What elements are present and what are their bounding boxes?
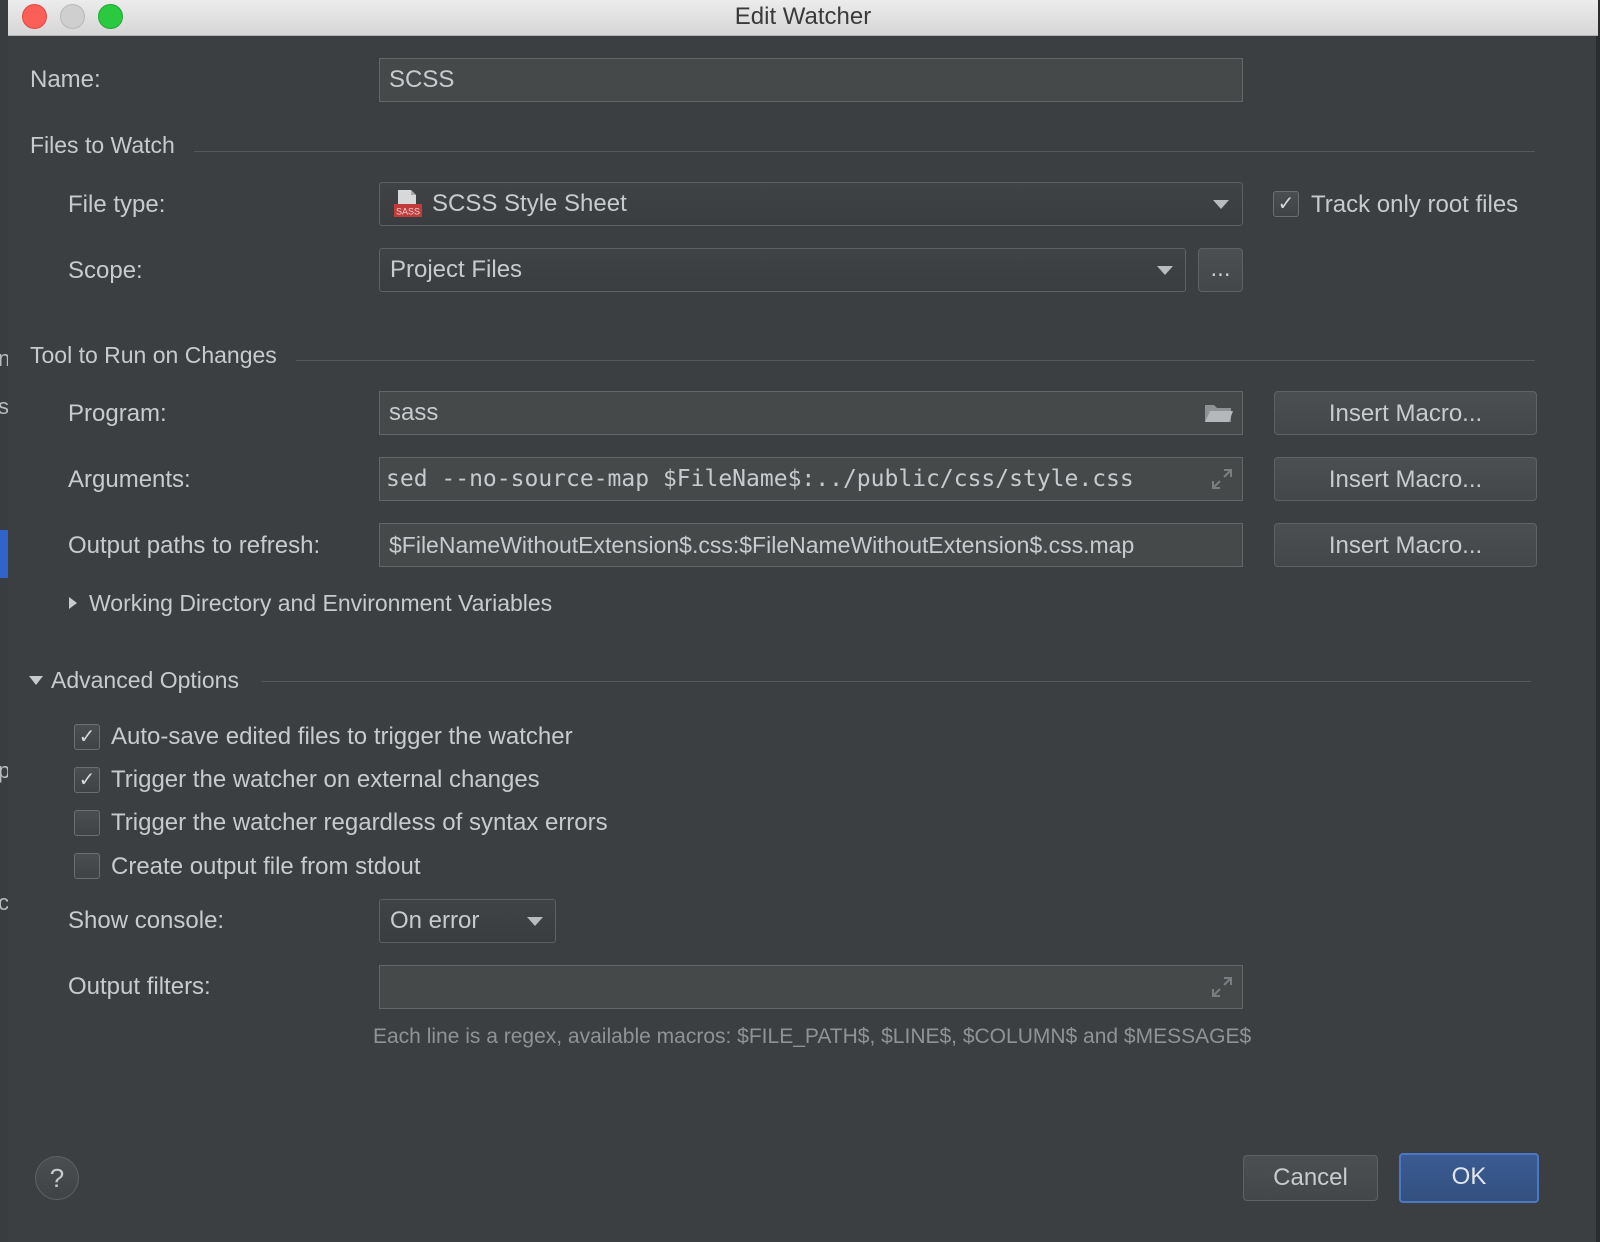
ok-button[interactable]: OK <box>1399 1153 1539 1203</box>
help-button[interactable]: ? <box>35 1156 79 1200</box>
track-root-checkbox[interactable]: ✓ <box>1273 191 1299 217</box>
scope-browse-button[interactable]: ... <box>1198 248 1243 292</box>
file-type-value: SCSS Style Sheet <box>432 190 627 217</box>
background-selection-highlight <box>0 530 8 578</box>
output-filters-input[interactable] <box>379 965 1243 1009</box>
name-input[interactable]: SCSS <box>379 58 1243 102</box>
working-dir-toggle[interactable]: Working Directory and Environment Variab… <box>89 588 552 618</box>
files-to-watch-heading: Files to Watch <box>30 132 175 158</box>
external-changes-label: Trigger the watcher on external changes <box>111 766 540 793</box>
edit-watcher-dialog: Edit Watcher Name: SCSS Files to Watch F… <box>8 0 1598 1242</box>
scope-dropdown[interactable]: Project Files <box>379 248 1186 292</box>
sass-icon-text: SASS <box>396 207 420 217</box>
folder-icon[interactable] <box>1204 402 1234 424</box>
advanced-options-heading[interactable]: Advanced Options <box>51 665 239 695</box>
program-insert-macro-button[interactable]: Insert Macro... <box>1274 391 1537 435</box>
output-paths-label: Output paths to refresh: <box>68 532 321 559</box>
tool-to-run-heading: Tool to Run on Changes <box>30 342 277 368</box>
file-type-label: File type: <box>68 191 166 218</box>
track-root-label: Track only root files <box>1311 191 1519 218</box>
tool-to-run-separator <box>296 360 1535 361</box>
show-console-dropdown-arrow-icon <box>527 917 543 926</box>
name-label: Name: <box>30 66 101 93</box>
expand-icon[interactable] <box>1211 468 1233 490</box>
arguments-input[interactable]: sed --no-source-map $FileName$:../public… <box>379 457 1243 501</box>
cancel-button[interactable]: Cancel <box>1243 1155 1378 1201</box>
arguments-label: Arguments: <box>68 466 191 493</box>
stdout-label: Create output file from stdout <box>111 853 421 880</box>
background-window-edge-right <box>1596 36 1600 1242</box>
working-dir-expand-icon[interactable] <box>69 597 77 609</box>
files-to-watch-separator <box>194 151 1535 152</box>
auto-save-label: Auto-save edited files to trigger the wa… <box>111 723 573 750</box>
show-console-label: Show console: <box>68 907 225 934</box>
file-type-dropdown[interactable]: SCSS Style Sheet <box>379 182 1243 226</box>
stdout-checkbox[interactable] <box>74 853 100 879</box>
program-input[interactable]: sass <box>379 391 1243 435</box>
external-changes-checkbox[interactable]: ✓ <box>74 767 100 793</box>
output-paths-input[interactable]: $FileNameWithoutExtension$.css:$FileName… <box>379 523 1243 567</box>
scope-dropdown-arrow-icon <box>1157 266 1173 275</box>
syntax-errors-label: Trigger the watcher regardless of syntax… <box>111 809 608 836</box>
advanced-options-separator <box>262 681 1531 682</box>
expand-icon[interactable] <box>1211 976 1233 998</box>
output-filters-hint: Each line is a regex, available macros: … <box>373 1025 1252 1048</box>
scope-label: Scope: <box>68 257 143 284</box>
background-window-edge: n s p c <box>0 0 10 1242</box>
file-type-dropdown-arrow-icon <box>1213 200 1229 209</box>
output-filters-label: Output filters: <box>68 973 211 1000</box>
arguments-insert-macro-button[interactable]: Insert Macro... <box>1274 457 1537 501</box>
syntax-errors-checkbox[interactable] <box>74 810 100 836</box>
window-title: Edit Watcher <box>734 3 872 30</box>
title-bar: Edit Watcher <box>8 0 1598 36</box>
scope-value: Project Files <box>390 256 523 283</box>
show-console-value: On error <box>390 907 480 934</box>
sass-file-icon: SASS <box>394 190 422 217</box>
advanced-collapse-icon[interactable] <box>29 676 43 685</box>
output-paths-insert-macro-button[interactable]: Insert Macro... <box>1274 523 1537 567</box>
auto-save-checkbox[interactable]: ✓ <box>74 724 100 750</box>
program-label: Program: <box>68 400 167 427</box>
